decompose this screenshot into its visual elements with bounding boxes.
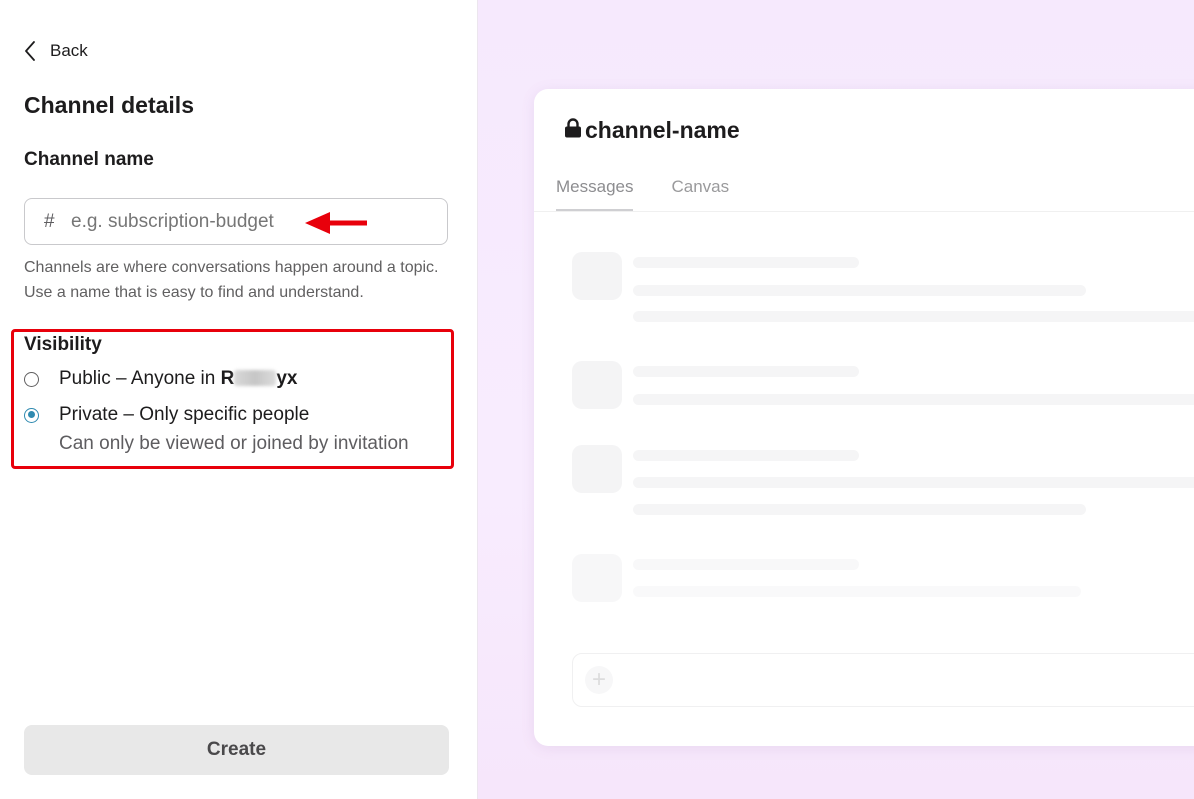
create-button[interactable]: Create xyxy=(24,725,449,775)
back-label: Back xyxy=(50,41,88,60)
annotation-arrow-icon xyxy=(304,210,370,241)
message-composer[interactable]: + xyxy=(572,653,1194,707)
preview-header: channel-name xyxy=(564,117,740,144)
page-title: Channel details xyxy=(24,92,194,118)
skeleton-line xyxy=(633,366,859,377)
channel-name-field[interactable]: # xyxy=(24,198,448,245)
workspace-name: Ryx xyxy=(221,368,298,389)
visibility-private-option[interactable]: Private – Only specific people xyxy=(24,403,309,427)
redacted-text xyxy=(234,370,277,386)
skeleton-line xyxy=(633,586,1081,597)
public-option-text: Public – Anyone in xyxy=(59,368,221,389)
channel-name-helper-text: Channels are where conversations happen … xyxy=(24,259,439,301)
skeleton-line xyxy=(633,311,1194,322)
chevron-left-icon xyxy=(24,41,36,61)
skeleton-avatar xyxy=(572,252,622,300)
workspace-name-start: R xyxy=(220,368,235,389)
private-option-description: Can only be viewed or joined by invitati… xyxy=(59,433,409,454)
channel-name-input[interactable] xyxy=(69,209,303,234)
tabs-divider xyxy=(534,211,1194,212)
public-option-label: Public – Anyone in Ryx xyxy=(59,367,298,391)
skeleton-line xyxy=(633,504,1086,515)
lock-icon xyxy=(564,118,582,143)
public-radio[interactable] xyxy=(24,371,39,387)
channel-details-panel: Back Channel details Channel name # Chan… xyxy=(0,0,478,799)
channel-preview-area: channel-name Messages Canvas + xyxy=(478,0,1194,799)
skeleton-avatar xyxy=(572,554,622,602)
skeleton-line xyxy=(633,394,1194,405)
skeleton-line xyxy=(633,477,1194,488)
tab-messages[interactable]: Messages xyxy=(556,177,634,212)
channel-preview-card: channel-name Messages Canvas + xyxy=(534,89,1194,746)
channel-name-label: Channel name xyxy=(24,149,154,170)
skeleton-line xyxy=(633,257,859,268)
skeleton-avatar xyxy=(572,445,622,493)
skeleton-avatar xyxy=(572,361,622,409)
preview-channel-title: channel-name xyxy=(585,117,740,143)
hash-icon: # xyxy=(44,210,55,232)
back-button[interactable]: Back xyxy=(24,38,88,64)
plus-icon[interactable]: + xyxy=(585,666,613,694)
private-option-label: Private – Only specific people xyxy=(59,404,310,425)
preview-tabs: Messages Canvas xyxy=(556,177,767,212)
skeleton-line xyxy=(633,285,1086,296)
skeleton-line xyxy=(633,450,859,461)
private-radio[interactable] xyxy=(24,407,39,423)
tab-canvas[interactable]: Canvas xyxy=(671,177,729,212)
skeleton-line xyxy=(633,559,859,570)
visibility-title: Visibility xyxy=(24,334,102,355)
visibility-public-option[interactable]: Public – Anyone in Ryx xyxy=(24,367,298,391)
workspace-name-end: yx xyxy=(276,368,298,389)
